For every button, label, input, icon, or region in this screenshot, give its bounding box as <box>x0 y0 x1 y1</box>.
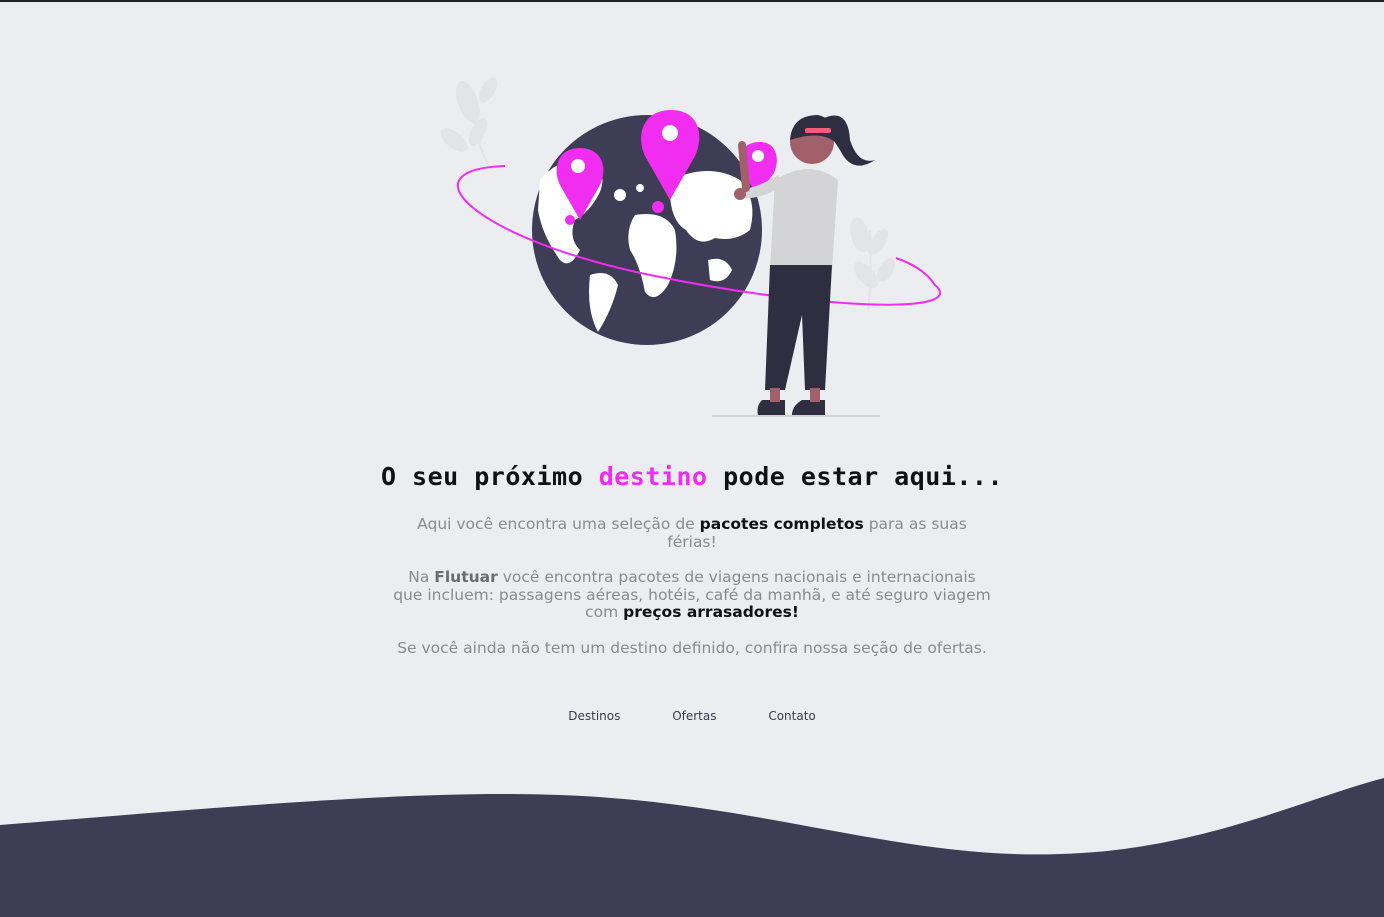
intro-paragraph-3: Se você ainda não tem um destino definid… <box>397 638 987 657</box>
leaf-decoration-icon <box>850 217 895 311</box>
intro-paragraph-1: Aqui você encontra uma seleção de pacote… <box>392 515 992 551</box>
highlight-text: preços arrasadores! <box>623 603 799 621</box>
nav-link-ofertas[interactable]: Ofertas <box>672 709 716 723</box>
intro-text: Aqui você encontra uma seleção de pacote… <box>392 515 992 675</box>
intro-paragraph-2: Na Flutuar você encontra pacotes de viag… <box>392 568 992 622</box>
nav-link-contato[interactable]: Contato <box>768 709 815 723</box>
headline-after: pode estar aqui... <box>723 462 1004 491</box>
page-title: O seu próximo destino pode estar aqui... <box>0 462 1384 491</box>
travel-illustration <box>440 77 942 417</box>
nav-link-destinos[interactable]: Destinos <box>568 709 620 723</box>
headline-before: O seu próximo <box>380 462 584 491</box>
text: Aqui você encontra uma seleção de <box>417 515 695 533</box>
footer-nav: Destinos Ofertas Contato <box>0 709 1384 723</box>
footer-wave <box>0 778 1384 917</box>
highlight-text: pacotes completos <box>699 515 864 533</box>
brand-name: Flutuar <box>434 568 498 586</box>
text: Na <box>408 568 430 586</box>
leaf-decoration-icon <box>440 77 498 171</box>
headline-accent: destino <box>598 462 708 491</box>
top-border <box>0 0 1384 2</box>
